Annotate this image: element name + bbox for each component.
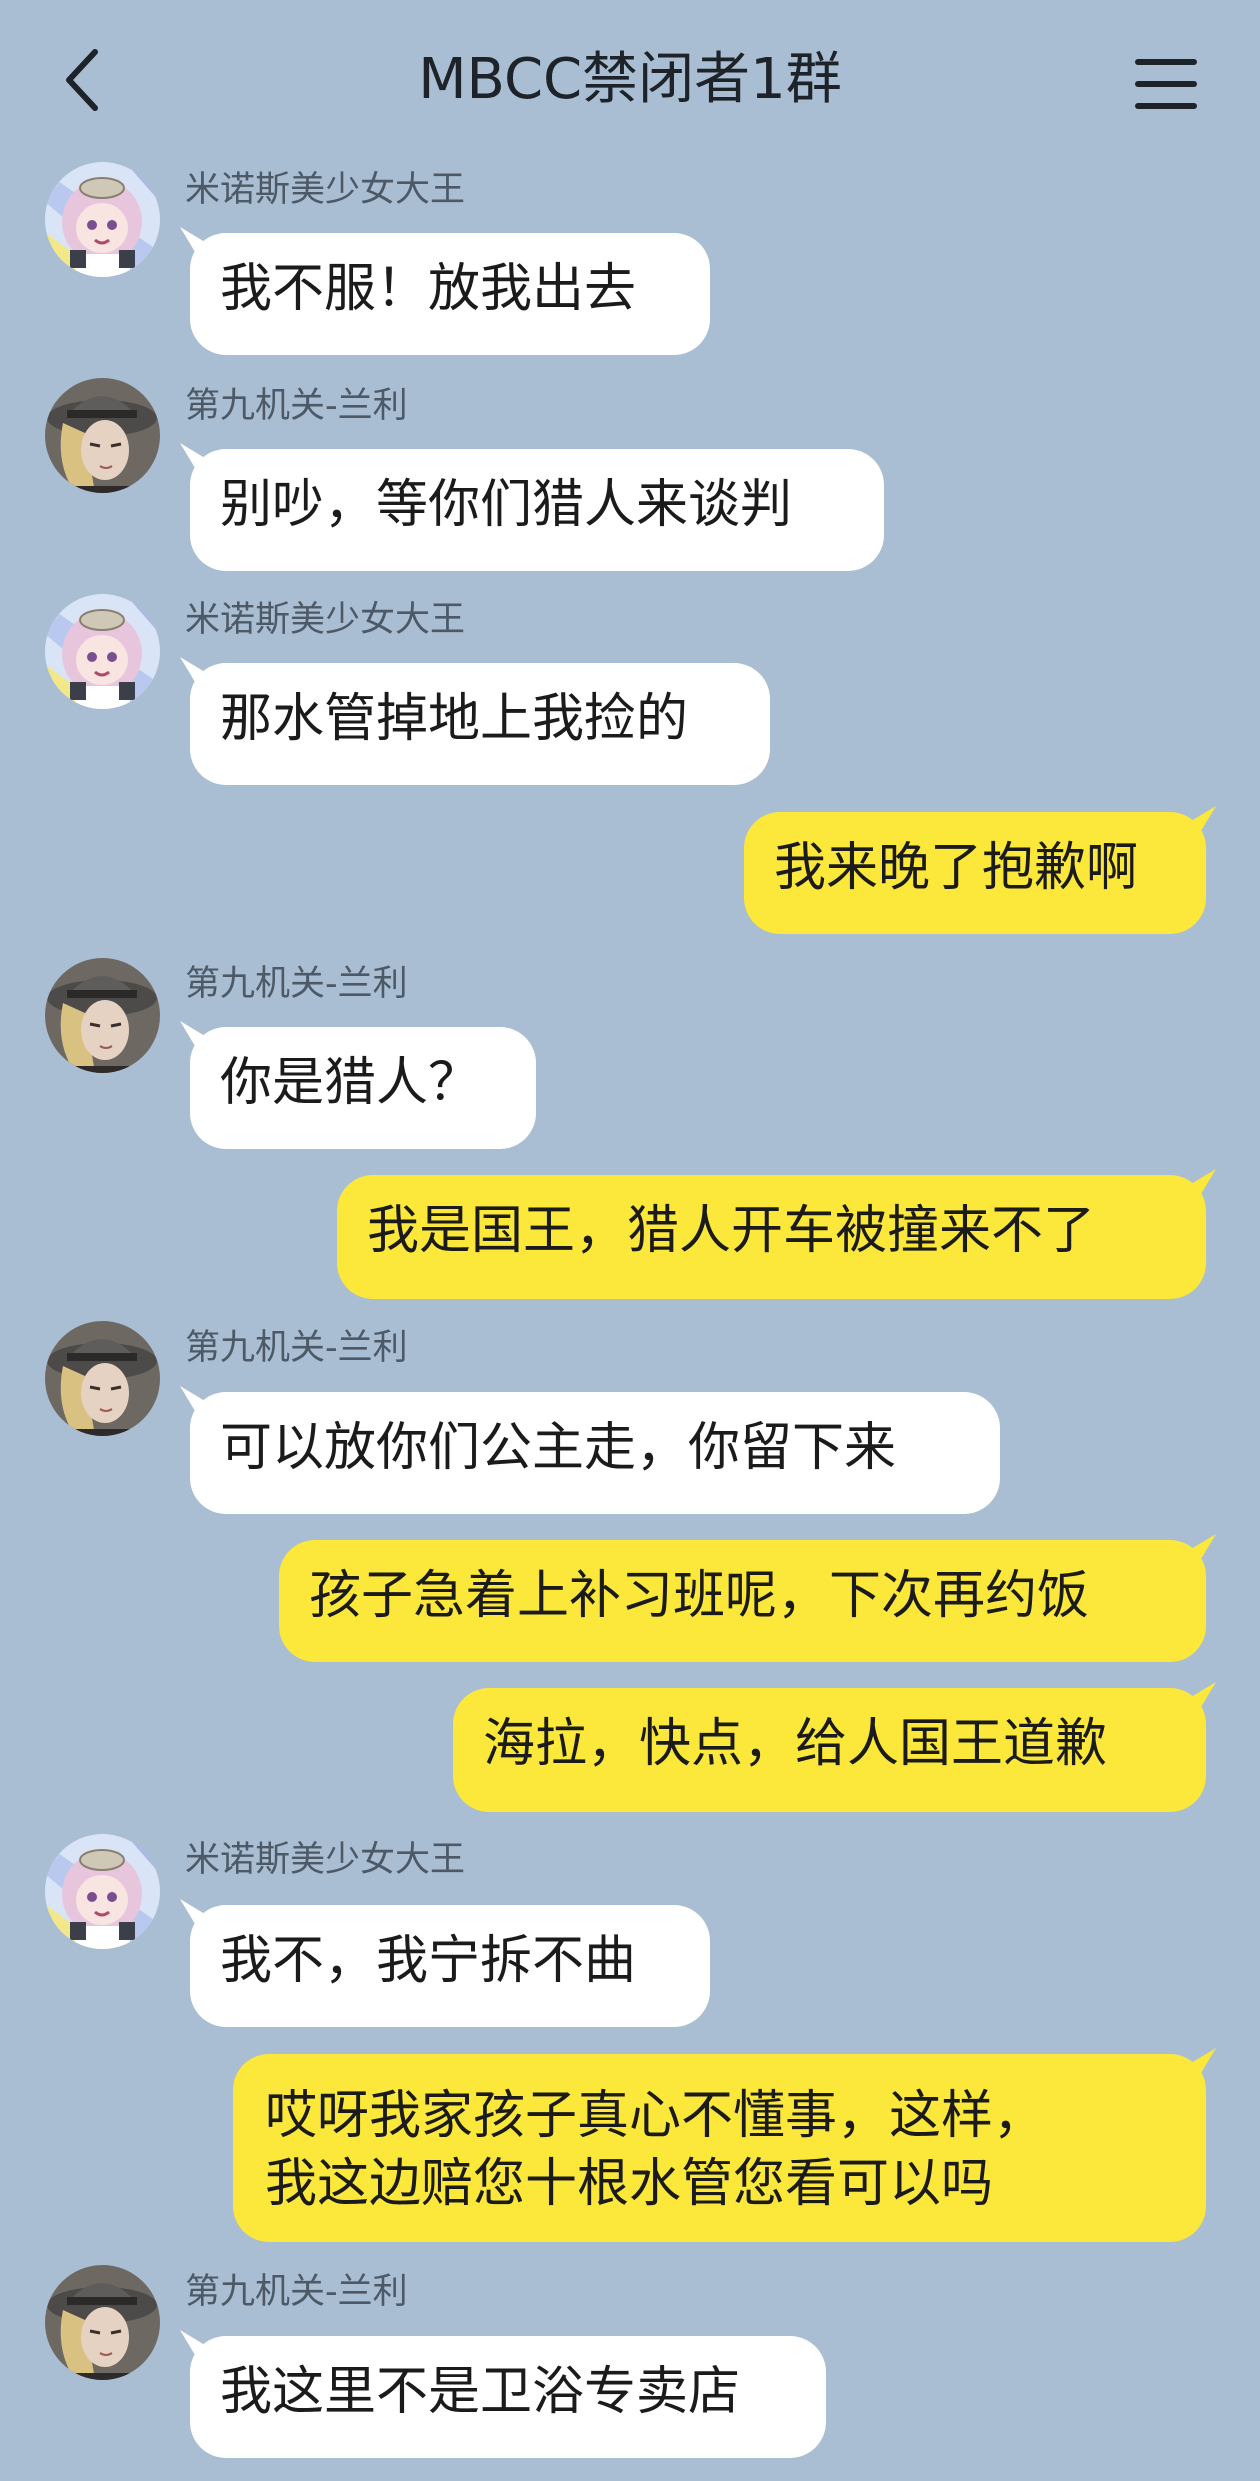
incoming-message-bubble[interactable]: 那水管掉地上我捡的	[190, 663, 770, 785]
gray-hat-man-avatar	[45, 958, 160, 1073]
sender-name: 第九机关-兰利	[185, 2272, 408, 2312]
pink-haired-girl-avatar	[45, 162, 160, 277]
sender-avatar[interactable]	[45, 378, 160, 493]
sender-avatar[interactable]	[45, 2265, 160, 2380]
menu-button[interactable]	[1130, 50, 1202, 120]
sender-avatar[interactable]	[45, 594, 160, 709]
gray-hat-man-avatar	[45, 378, 160, 493]
sender-name: 第九机关-兰利	[185, 964, 408, 1004]
outgoing-message-bubble[interactable]: 我是国王，猎人开车被撞来不了	[337, 1175, 1206, 1299]
outgoing-message-bubble[interactable]: 哎呀我家孩子真心不懂事，这样， 我这边赔您十根水管您看可以吗	[233, 2054, 1206, 2242]
incoming-message-bubble[interactable]: 我不服！放我出去	[190, 233, 710, 355]
gray-hat-man-avatar	[45, 2265, 160, 2380]
message-line: 哎呀我家孩子真心不懂事，这样，	[265, 2086, 1046, 2146]
sender-avatar[interactable]	[45, 1321, 160, 1436]
message-line: 我这边赔您十根水管您看可以吗	[265, 2154, 994, 2214]
outgoing-message-bubble[interactable]: 我来晚了抱歉啊	[744, 812, 1206, 934]
sender-name: 米诺斯美少女大王	[185, 1840, 466, 1880]
chat-header: MBCC禁闭者1群	[0, 0, 1260, 150]
pink-haired-girl-avatar	[45, 594, 160, 709]
incoming-message-bubble[interactable]: 别吵，等你们猎人来谈判	[190, 449, 884, 571]
pink-haired-girl-avatar	[45, 1834, 160, 1949]
incoming-message-bubble[interactable]: 我不，我宁拆不曲	[190, 1905, 710, 2027]
incoming-message-bubble[interactable]: 我这里不是卫浴专卖店	[190, 2336, 826, 2458]
outgoing-message-bubble[interactable]: 海拉，快点，给人国王道歉	[453, 1688, 1206, 1812]
sender-name: 第九机关-兰利	[185, 1328, 408, 1368]
chat-title: MBCC禁闭者1群	[418, 47, 842, 112]
outgoing-message-bubble[interactable]: 孩子急着上补习班呢，下次再约饭	[279, 1540, 1206, 1662]
sender-name: 第九机关-兰利	[185, 386, 408, 426]
back-button[interactable]	[55, 40, 115, 120]
sender-avatar[interactable]	[45, 958, 160, 1073]
sender-avatar[interactable]	[45, 1834, 160, 1949]
incoming-message-bubble[interactable]: 可以放你们公主走，你留下来	[190, 1392, 1000, 1514]
gray-hat-man-avatar	[45, 1321, 160, 1436]
incoming-message-bubble[interactable]: 你是猎人？	[190, 1027, 536, 1149]
sender-avatar[interactable]	[45, 162, 160, 277]
chevron-left-icon	[66, 49, 98, 111]
hamburger-menu-icon	[1135, 59, 1197, 109]
sender-name: 米诺斯美少女大王	[185, 170, 466, 210]
sender-name: 米诺斯美少女大王	[185, 600, 466, 640]
